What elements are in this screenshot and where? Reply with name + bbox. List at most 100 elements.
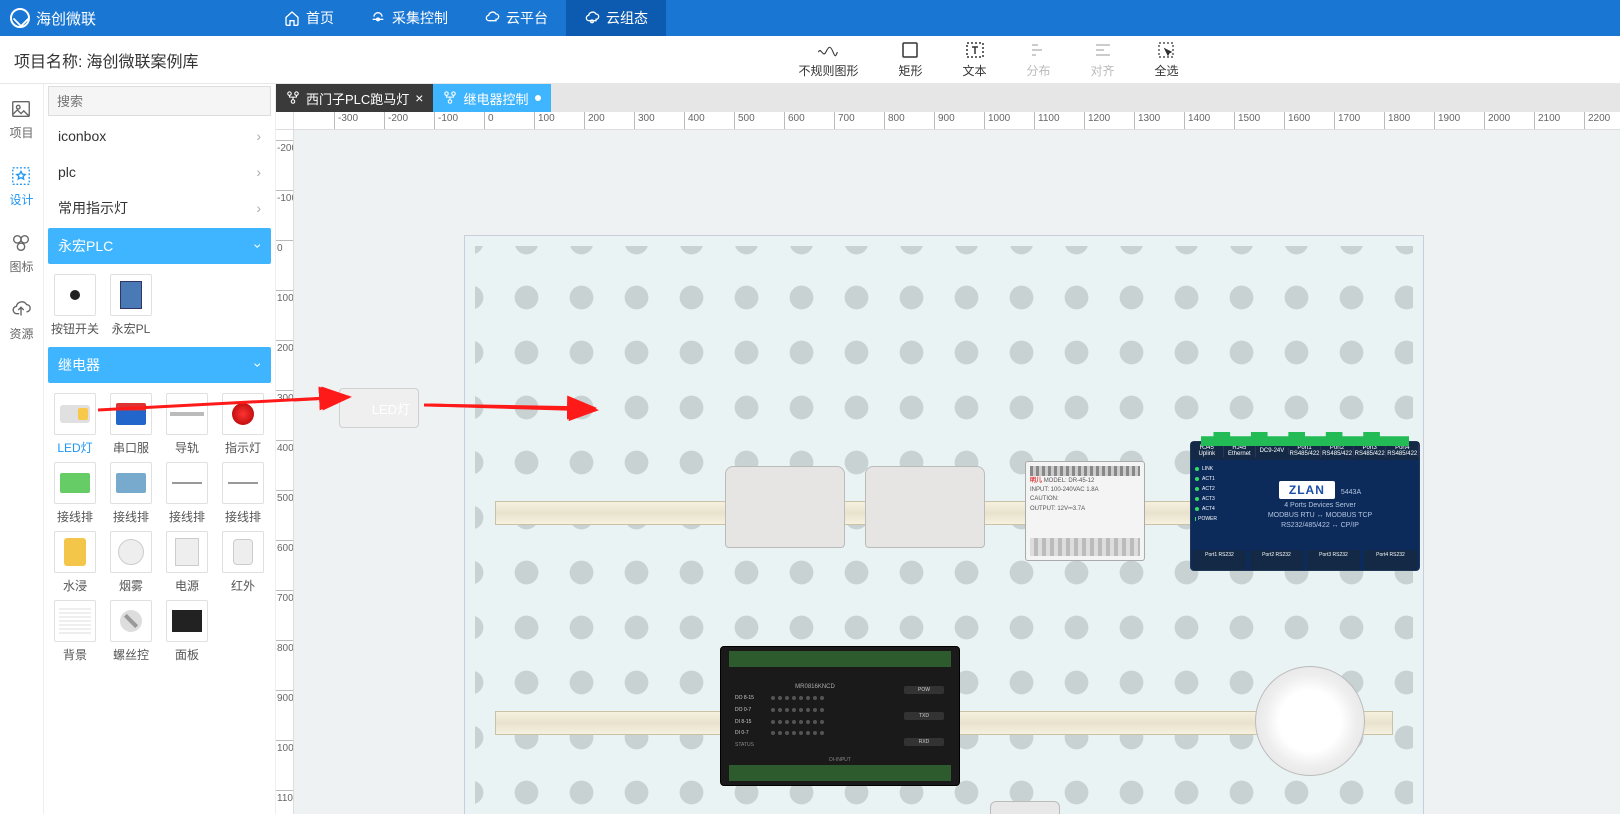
comp-power-label: 电源 xyxy=(175,577,199,594)
comp-ir[interactable]: 红外 xyxy=(218,531,268,594)
nav-cloud-platform[interactable]: 云平台 xyxy=(466,0,566,36)
comp-screw[interactable]: 螺丝控 xyxy=(106,600,156,663)
comp-water[interactable]: 水浸 xyxy=(50,531,100,594)
rect-icon xyxy=(899,41,921,59)
device-led-ghost-label: LED灯 xyxy=(372,399,410,418)
tab-siemens[interactable]: 西门子PLC跑马灯 × xyxy=(276,84,433,112)
nav-collect[interactable]: 采集控制 xyxy=(352,0,466,36)
comp-smoke[interactable]: 烟雾 xyxy=(106,531,156,594)
tool-irregular-label: 不规则图形 xyxy=(798,62,858,79)
zlan-logo: ZLAN xyxy=(1279,481,1335,499)
irregular-icon xyxy=(817,41,839,59)
tab-relay-label: 继电器控制 xyxy=(463,89,528,108)
group-indicator[interactable]: 常用指示灯 › xyxy=(48,190,271,226)
text-icon xyxy=(964,41,986,59)
comp-yonghong-pl[interactable]: 永宏PL xyxy=(106,274,156,337)
star-icon xyxy=(10,165,32,187)
psu-model: MODEL: DR-45-12 xyxy=(1044,478,1095,484)
comp-terminal3[interactable]: 接线排 xyxy=(162,462,212,525)
comp-yonghong-pl-label: 永宏PL xyxy=(112,320,151,337)
strip-icon[interactable]: 图标 xyxy=(9,232,33,275)
picture-icon xyxy=(10,98,32,120)
device-io-controller[interactable]: MR0816KNCDDO 8-15DO 0-7DI 8-15DI 0-7STAT… xyxy=(720,646,960,786)
strip-project[interactable]: 项目 xyxy=(9,98,33,141)
strip-project-label: 项目 xyxy=(9,124,33,141)
comp-water-label: 水浸 xyxy=(63,577,87,594)
group-yonghong-label: 永宏PLC xyxy=(58,236,113,256)
group-relay[interactable]: 继电器 › xyxy=(48,347,271,383)
device-enclosure-2[interactable] xyxy=(865,466,985,548)
ctrl-bottom-label: DI-INPUT xyxy=(829,757,851,763)
select-all-icon xyxy=(1156,41,1178,59)
group-yonghong[interactable]: 永宏PLC › xyxy=(48,228,271,264)
upload-icon xyxy=(10,299,32,321)
left-strip: 项目 设计 图标 资源 xyxy=(0,84,44,814)
title-row: 项目名称: 海创微联案例库 不规则图形 矩形 文本 分布 对齐 全选 xyxy=(0,36,1620,84)
device-led-ghost[interactable]: LED灯 xyxy=(339,388,419,428)
zlan-model: 5443A xyxy=(1341,489,1361,496)
icon-library-icon xyxy=(10,232,32,254)
nav-items: 首页 采集控制 云平台 云组态 xyxy=(266,0,666,36)
comp-terminal1-label: 接线排 xyxy=(57,508,93,525)
device-pir-sensor[interactable] xyxy=(990,801,1060,814)
ruler-vertical: -200-10001002003004005006007008009001000… xyxy=(276,130,294,814)
comp-panel[interactable]: 面板 xyxy=(162,600,212,663)
nav-cloud-platform-label: 云平台 xyxy=(506,8,548,28)
cloud-config-icon xyxy=(584,10,600,26)
tool-align-label: 对齐 xyxy=(1091,62,1115,79)
tool-text[interactable]: 文本 xyxy=(963,41,987,79)
device-enclosure-1[interactable] xyxy=(725,466,845,548)
nav-home[interactable]: 首页 xyxy=(266,0,352,36)
psu-output: OUTPUT: 12V⎓3.7A xyxy=(1030,506,1140,513)
tool-distribute: 分布 xyxy=(1027,41,1051,79)
device-zlan-server[interactable]: RJ45 UplinkRJ45 EthernetDC9-24VPort1 RS4… xyxy=(1190,441,1420,571)
comp-terminal2[interactable]: 接线排 xyxy=(106,462,156,525)
strip-resource[interactable]: 资源 xyxy=(9,299,33,342)
nav-cloud-config[interactable]: 云组态 xyxy=(566,0,666,36)
tool-text-label: 文本 xyxy=(963,62,987,79)
comp-terminal4[interactable]: 接线排 xyxy=(218,462,268,525)
home-icon xyxy=(284,10,300,26)
zlan-line1: 4 Ports Devices Server xyxy=(1284,502,1356,509)
chevron-right-icon: › xyxy=(256,164,261,180)
comp-led-label: LED灯 xyxy=(57,439,92,456)
comp-btn-switch[interactable]: 按钮开关 xyxy=(50,274,100,337)
panel-scroll[interactable]: iconbox › plc › 常用指示灯 › 永宏PLC › 按钮开关 永宏P… xyxy=(44,118,275,814)
tool-select-all[interactable]: 全选 xyxy=(1155,41,1179,79)
canvas-stage[interactable]: LED灯 明儿 MODEL: DR-45-12 INPUT: 100-240VA… xyxy=(294,130,1620,814)
comp-serial[interactable]: 串口服 xyxy=(106,393,156,456)
comp-power[interactable]: 电源 xyxy=(162,531,212,594)
comp-terminal1[interactable]: 接线排 xyxy=(50,462,100,525)
chevron-down-icon: › xyxy=(251,244,267,249)
group-indicator-label: 常用指示灯 xyxy=(58,198,128,218)
search-input[interactable] xyxy=(48,86,271,116)
align-icon xyxy=(1092,41,1114,59)
zlan-line2: MODBUS RTU ↔ MODBUS TCP xyxy=(1268,512,1372,519)
comp-lamp[interactable]: 指示灯 xyxy=(218,393,268,456)
unsaved-dot-icon xyxy=(535,95,541,101)
canvas-area: 西门子PLC跑马灯 × 继电器控制 -300-200-1000100200300… xyxy=(276,84,1620,814)
comp-serial-label: 串口服 xyxy=(113,439,149,456)
comp-rail[interactable]: 导轨 xyxy=(162,393,212,456)
tool-rect[interactable]: 矩形 xyxy=(898,41,922,79)
flow-icon xyxy=(443,91,457,105)
tab-siemens-label: 西门子PLC跑马灯 xyxy=(306,89,409,108)
psu-brand: 明儿 xyxy=(1030,478,1042,484)
group-yonghong-grid: 按钮开关 永宏PL xyxy=(48,266,271,345)
comp-led[interactable]: LED灯 xyxy=(50,393,100,456)
tool-irregular[interactable]: 不规则图形 xyxy=(798,41,858,79)
tab-relay[interactable]: 继电器控制 xyxy=(433,84,550,112)
chevron-right-icon: › xyxy=(256,200,261,216)
strip-design[interactable]: 设计 xyxy=(9,165,33,208)
device-smoke-detector[interactable] xyxy=(1255,666,1365,776)
chevron-right-icon: › xyxy=(256,128,261,144)
nav-collect-label: 采集控制 xyxy=(392,8,448,28)
tool-align: 对齐 xyxy=(1091,41,1115,79)
close-icon[interactable]: × xyxy=(415,91,423,105)
comp-btn-switch-label: 按钮开关 xyxy=(51,320,99,337)
pegboard[interactable]: 明儿 MODEL: DR-45-12 INPUT: 100-240VAC 1.8… xyxy=(464,235,1424,814)
group-iconbox[interactable]: iconbox › xyxy=(48,118,271,154)
comp-bg[interactable]: 背景 xyxy=(50,600,100,663)
group-plc[interactable]: plc › xyxy=(48,154,271,190)
device-power-supply[interactable]: 明儿 MODEL: DR-45-12 INPUT: 100-240VAC 1.8… xyxy=(1025,461,1145,561)
